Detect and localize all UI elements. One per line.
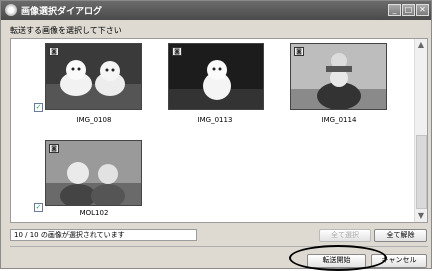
image-filename: MOL102 bbox=[79, 209, 109, 217]
app-icon bbox=[5, 4, 17, 16]
image-select-dialog: 画像選択ダイアログ _ □ ✕ 転送する画像を選択して下さい ◙ ✓ IMG_0… bbox=[0, 0, 432, 269]
camera-icon: ◙ bbox=[172, 47, 182, 56]
camera-icon: ◙ bbox=[49, 144, 59, 153]
scroll-thumb[interactable] bbox=[416, 135, 427, 209]
thumbnail-item[interactable]: ◙ ✓ MOL102 bbox=[11, 136, 151, 221]
selection-status: 10 / 10 の画像が選択されています bbox=[10, 229, 197, 241]
camera-icon: ◙ bbox=[49, 47, 59, 56]
image-checkbox[interactable]: ✓ bbox=[34, 203, 43, 212]
instruction-text: 転送する画像を選択して下さい bbox=[10, 26, 122, 35]
thumbnail-item[interactable]: ◙ ✓ IMG_0108 bbox=[11, 39, 151, 129]
close-button[interactable]: ✕ bbox=[416, 4, 429, 16]
camera-icon: ◙ bbox=[294, 47, 304, 56]
vertical-scrollbar[interactable]: ▲ ▼ bbox=[414, 39, 427, 222]
highlight-ellipse bbox=[289, 245, 387, 271]
thumbnail-item[interactable]: ◙ IMG_0113 bbox=[145, 39, 285, 129]
title-bar: 画像選択ダイアログ _ □ ✕ bbox=[1, 1, 431, 20]
scroll-down-arrow[interactable]: ▼ bbox=[415, 210, 427, 222]
thumbnail-image[interactable]: ◙ bbox=[45, 140, 142, 206]
maximize-button[interactable]: □ bbox=[402, 4, 415, 16]
image-filename: IMG_0108 bbox=[76, 116, 112, 124]
image-filename: IMG_0113 bbox=[197, 116, 233, 124]
image-checkbox[interactable]: ✓ bbox=[34, 103, 43, 112]
thumbnail-image[interactable]: ◙ bbox=[168, 43, 264, 110]
thumbnail-image[interactable]: ◙ bbox=[45, 43, 142, 110]
thumbnail-panel[interactable]: ◙ ✓ IMG_0108 ◙ IMG_0113 ◙ IMG_0114 ◙ ✓ M… bbox=[10, 38, 428, 223]
thumbnail-item[interactable]: ◙ IMG_0114 bbox=[279, 39, 419, 129]
window-title: 画像選択ダイアログ bbox=[21, 7, 103, 17]
thumbnail-image[interactable]: ◙ bbox=[290, 43, 387, 110]
image-filename: IMG_0114 bbox=[321, 116, 357, 124]
clear-all-button[interactable]: 全て解除 bbox=[374, 229, 427, 242]
minimize-button[interactable]: _ bbox=[388, 4, 401, 16]
scroll-up-arrow[interactable]: ▲ bbox=[415, 39, 427, 51]
select-all-button[interactable]: 全て選択 bbox=[319, 229, 371, 242]
